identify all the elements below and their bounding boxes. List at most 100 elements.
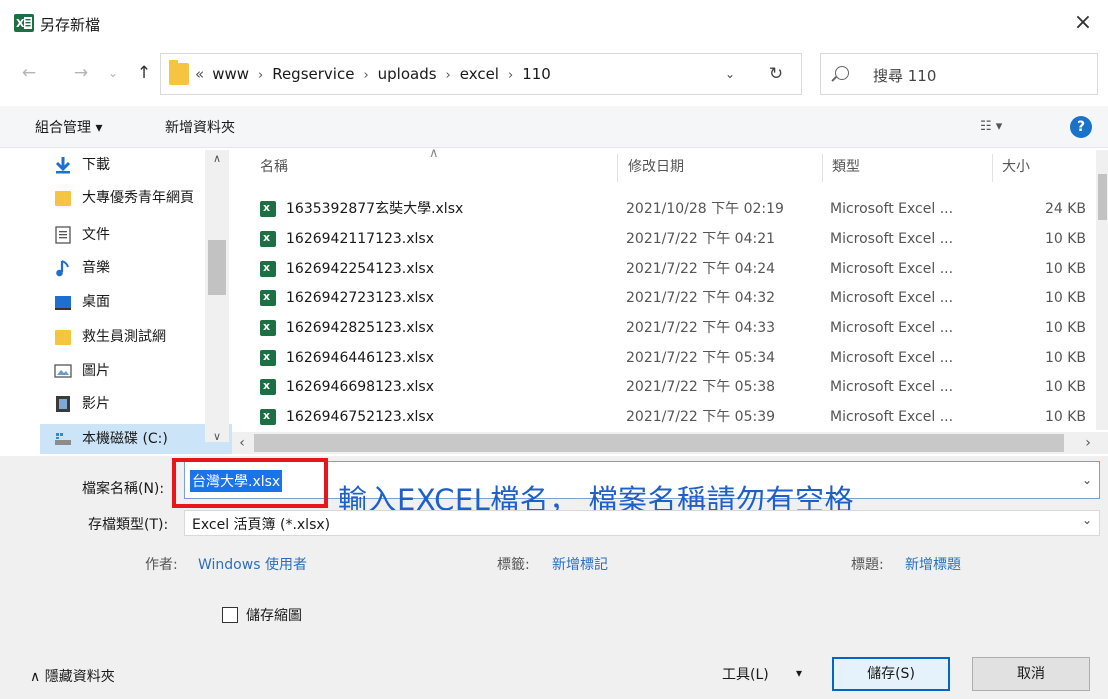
author-field[interactable]: Windows 使用者 (198, 554, 307, 574)
filetype-dropdown-icon[interactable]: ⌄ (1082, 513, 1092, 527)
excel-file-icon (260, 312, 276, 342)
excel-file-icon (260, 282, 276, 312)
column-header-name[interactable]: 名稱 (260, 156, 288, 176)
scroll-up-icon[interactable]: ∧ (205, 152, 229, 165)
organize-menu-button[interactable]: 組合管理 ▾ (35, 117, 102, 137)
excel-file-icon (260, 193, 276, 223)
column-divider[interactable] (822, 154, 823, 182)
svg-text:X: X (16, 17, 25, 30)
tools-menu-button[interactable]: 工具(L) (722, 664, 769, 684)
pictures-icon (54, 364, 72, 378)
chevron-down-icon[interactable]: ▾ (796, 666, 802, 680)
file-type: Microsoft Excel ... (830, 409, 954, 425)
file-name: 1626942723123.xlsx (286, 290, 434, 306)
file-size: 10 KB (1044, 231, 1086, 247)
save-button[interactable]: 儲存(S) (832, 657, 950, 691)
sidebar-item-videos[interactable]: 影片 (54, 389, 204, 419)
file-list-horizontal-scrollbar[interactable]: ‹ › (232, 432, 1108, 454)
column-divider[interactable] (992, 154, 993, 182)
excel-file-icon (260, 253, 276, 283)
sidebar-item-desktop[interactable]: 桌面 (54, 287, 204, 317)
file-row[interactable]: 1626942117123.xlsx 2021/7/22 下午 04:21 Mi… (250, 223, 1088, 254)
sidebar-item-music[interactable]: 音樂 (54, 253, 204, 283)
sidebar-item-local-disk-c[interactable]: 本機磁碟 (C:) (40, 424, 232, 454)
navigation-pane: 下載 大專優秀青年網頁 文件 音樂 桌面 救生員測試網 圖片 影片 本機磁碟 (… (0, 150, 232, 455)
sidebar-item-pictures[interactable]: 圖片 (54, 356, 204, 386)
navigation-pane-scrollbar[interactable]: ∧ ∨ (205, 150, 229, 443)
folder-icon (169, 60, 189, 85)
filename-label: 檔案名稱(N): (82, 481, 165, 497)
column-divider[interactable] (617, 154, 618, 182)
file-row[interactable]: 1626942723123.xlsx 2021/7/22 下午 04:32 Mi… (250, 282, 1088, 313)
view-options-icon[interactable]: ☷ ▾ (980, 119, 1002, 134)
sidebar-item-documents[interactable]: 文件 (54, 220, 204, 250)
file-row[interactable]: 1626946446123.xlsx 2021/7/22 下午 05:34 Mi… (250, 342, 1088, 373)
file-row[interactable]: 1626946752123.xlsx 2021/7/22 下午 05:39 Mi… (250, 401, 1088, 432)
help-icon[interactable]: ? (1070, 116, 1092, 138)
file-name: 1626942254123.xlsx (286, 261, 434, 277)
music-icon (56, 260, 69, 277)
title-label: 標題: (851, 557, 884, 573)
excel-file-icon (260, 342, 276, 372)
breadcrumb-overflow[interactable]: « (195, 65, 204, 83)
cancel-button[interactable]: 取消 (972, 657, 1090, 691)
file-date: 2021/7/22 下午 04:24 (626, 261, 776, 277)
file-date: 2021/7/22 下午 05:34 (626, 350, 776, 366)
file-name: 1635392877玄奘大學.xlsx (286, 201, 464, 217)
breadcrumb-regservice[interactable]: Regservice (272, 65, 354, 83)
chevron-right-icon: › (445, 68, 451, 83)
file-row[interactable]: 1626942825123.xlsx 2021/7/22 下午 04:33 Mi… (250, 312, 1088, 343)
sidebar-item-downloads[interactable]: 下載 (54, 150, 204, 180)
file-row[interactable]: 1626946698123.xlsx 2021/7/22 下午 05:38 Mi… (250, 371, 1088, 402)
excel-file-icon (260, 223, 276, 253)
filetype-label: 存檔類型(T): (88, 517, 169, 533)
breadcrumb-excel[interactable]: excel (460, 65, 499, 83)
forward-button[interactable]: → (70, 62, 92, 84)
save-thumbnail-checkbox[interactable] (222, 607, 238, 623)
folder-icon (55, 191, 71, 206)
scrollbar-thumb[interactable] (208, 240, 226, 295)
hide-folders-button[interactable]: ∧ 隱藏資料夾 (30, 666, 115, 686)
title-field[interactable]: 新增標題 (905, 554, 961, 574)
file-size: 10 KB (1044, 290, 1086, 306)
column-header-size[interactable]: 大小 (1002, 156, 1030, 176)
file-row[interactable]: 1626942254123.xlsx 2021/7/22 下午 04:24 Mi… (250, 253, 1088, 284)
save-thumbnail-label[interactable]: 儲存縮圖 (246, 605, 302, 625)
breadcrumb-110[interactable]: 110 (522, 65, 551, 83)
filetype-value: Excel 活頁簿 (*.xlsx) (192, 517, 331, 533)
file-list-vertical-scrollbar[interactable] (1096, 150, 1108, 430)
sidebar-item-lifeguard-folder[interactable]: 救生員測試網 (54, 322, 204, 352)
file-date: 2021/10/28 下午 02:19 (626, 201, 784, 217)
refresh-icon[interactable]: ↻ (762, 53, 790, 95)
file-row[interactable]: 1635392877玄奘大學.xlsx 2021/10/28 下午 02:19 … (250, 193, 1088, 224)
recent-locations-button[interactable]: ⌄ (102, 62, 124, 84)
scroll-down-icon[interactable]: ∨ (205, 430, 229, 443)
sidebar-item-youth-folder[interactable]: 大專優秀青年網頁 (54, 183, 204, 213)
file-list: ∧ 名稱 修改日期 類型 大小 1635392877玄奘大學.xlsx 2021… (232, 146, 1108, 455)
download-icon (55, 157, 71, 174)
filename-dropdown-icon[interactable]: ⌄ (1082, 473, 1092, 487)
scroll-left-icon[interactable]: ‹ (232, 432, 252, 454)
scrollbar-thumb[interactable] (1098, 174, 1107, 220)
up-folder-button[interactable]: ↑ (133, 62, 155, 84)
breadcrumb-uploads[interactable]: uploads (378, 65, 437, 83)
back-button[interactable]: ← (18, 62, 40, 84)
sidebar-item-label: 圖片 (82, 363, 110, 379)
column-header-type[interactable]: 類型 (832, 156, 860, 176)
breadcrumb-www[interactable]: www (212, 65, 249, 83)
close-window-button[interactable]: × (1068, 8, 1098, 38)
excel-app-icon: X (14, 14, 34, 32)
file-size: 10 KB (1044, 350, 1086, 366)
address-history-dropdown[interactable]: ⌄ (716, 53, 744, 95)
column-header-date[interactable]: 修改日期 (628, 156, 684, 176)
new-folder-button[interactable]: 新增資料夾 (165, 117, 235, 137)
tags-field[interactable]: 新增標記 (552, 554, 608, 574)
title-bar: X 另存新檔 × (0, 0, 1108, 50)
search-input[interactable]: 搜尋 110 (820, 53, 1098, 95)
video-icon (56, 396, 70, 412)
address-bar[interactable]: « www › Regservice › uploads › excel › 110 (160, 53, 802, 95)
scrollbar-thumb[interactable] (254, 434, 1064, 452)
command-toolbar: 組合管理 ▾ 新增資料夾 ☷ ▾ ? (0, 106, 1108, 148)
file-type: Microsoft Excel ... (830, 379, 954, 395)
scroll-right-icon[interactable]: › (1078, 432, 1098, 454)
